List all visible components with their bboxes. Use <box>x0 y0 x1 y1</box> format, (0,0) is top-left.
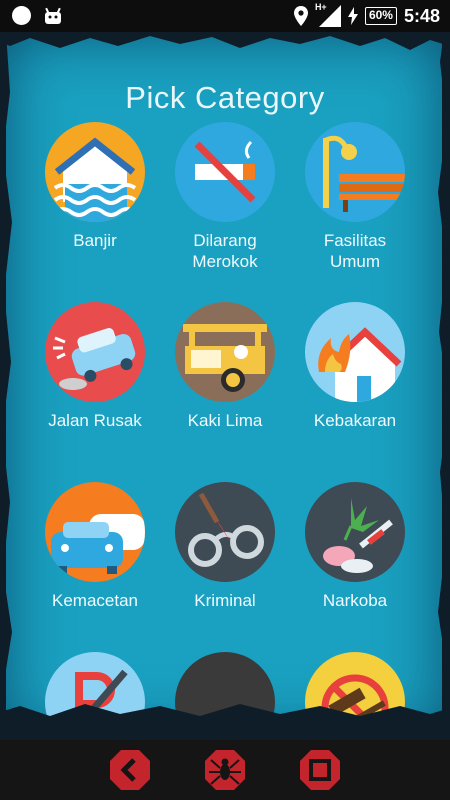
android-icon <box>45 7 61 24</box>
back-button[interactable] <box>108 748 152 792</box>
no-smoking-icon <box>175 122 275 222</box>
charging-icon <box>347 7 358 25</box>
public-facility-icon <box>305 122 405 222</box>
category-kebakaran[interactable]: Kebakaran <box>290 302 420 431</box>
category-label: Dilarang Merokok <box>192 231 258 271</box>
spider-icon <box>205 750 245 790</box>
circle-icon <box>12 6 31 25</box>
content-frame: Pick Category Banjir Dilarang Merokok Fa… <box>0 32 450 740</box>
signal-icon: H+ <box>314 2 341 27</box>
category-label: Kriminal <box>194 591 256 610</box>
home-button[interactable] <box>203 748 247 792</box>
category-fasilitas-umum[interactable]: Fasilitas Umum <box>290 122 420 272</box>
category-kriminal[interactable]: Kriminal <box>160 482 290 611</box>
category-label: Kaki Lima <box>187 411 263 430</box>
traffic-jam-icon <box>45 482 145 582</box>
back-icon <box>110 750 150 790</box>
category-label: Narkoba <box>322 591 388 610</box>
category-dilarang-merokok[interactable]: Dilarang Merokok <box>160 122 290 272</box>
bottom-torn-edge <box>0 704 450 740</box>
page-title: Pick Category <box>125 80 325 115</box>
clock: 5:48 <box>403 5 440 26</box>
crime-icon <box>175 482 275 582</box>
category-label: Jalan Rusak <box>48 411 142 430</box>
network-type: H+ <box>314 2 327 12</box>
category-jalan-rusak[interactable]: Jalan Rusak <box>30 302 160 431</box>
category-kemacetan[interactable]: Kemacetan <box>30 482 160 611</box>
street-vendor-icon <box>175 302 275 402</box>
bottom-nav-bar <box>0 740 450 800</box>
category-banjir[interactable]: Banjir <box>30 122 160 251</box>
recents-button[interactable] <box>298 748 342 792</box>
fire-icon <box>305 302 405 402</box>
status-bar: H+ 60% 5:48 <box>0 0 450 32</box>
category-kaki-lima[interactable]: Kaki Lima <box>160 302 290 431</box>
battery-icon: 60% <box>364 7 397 25</box>
damaged-road-icon <box>45 302 145 402</box>
category-label: Kemacetan <box>52 591 138 610</box>
category-label: Kebakaran <box>313 411 397 430</box>
location-icon <box>293 6 308 26</box>
stop-icon <box>300 750 340 790</box>
drugs-icon <box>305 482 405 582</box>
category-label: Fasilitas Umum <box>323 231 387 271</box>
flood-icon <box>45 122 145 222</box>
category-narkoba[interactable]: Narkoba <box>290 482 420 611</box>
category-label: Banjir <box>73 231 117 250</box>
